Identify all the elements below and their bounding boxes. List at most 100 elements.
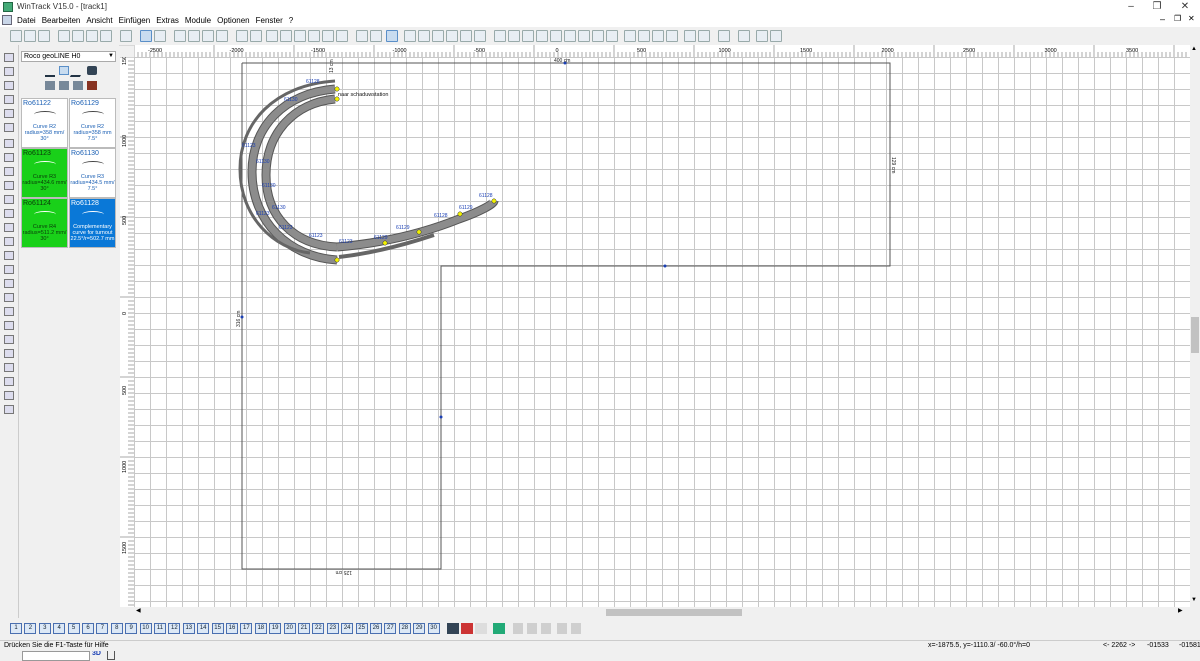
- redo-icon[interactable]: [250, 30, 262, 42]
- nav-end-icon[interactable]: [571, 623, 581, 634]
- bridge-icon[interactable]: [460, 30, 472, 42]
- height-icon[interactable]: [652, 30, 664, 42]
- menu-bearbeiten[interactable]: Bearbeiten: [39, 14, 84, 27]
- tunnel-icon[interactable]: [474, 30, 486, 42]
- straight-track-icon[interactable]: [45, 66, 55, 77]
- page-tab[interactable]: 14: [197, 623, 210, 634]
- layers-icon[interactable]: [280, 30, 292, 42]
- vertical-scroll-thumb[interactable]: [1191, 317, 1199, 353]
- tree-icon[interactable]: [4, 265, 14, 274]
- drawing-canvas[interactable]: 61128 61130 61123 61130 61130 61130 6112…: [134, 57, 1190, 607]
- chart-icon[interactable]: [4, 321, 14, 330]
- landscape-icon[interactable]: [4, 307, 14, 316]
- join-icon[interactable]: [606, 30, 618, 42]
- page-tab[interactable]: 5: [67, 623, 80, 634]
- group-icon[interactable]: [294, 30, 306, 42]
- flex-track-icon[interactable]: [370, 30, 382, 42]
- track-tool-icon[interactable]: [356, 30, 368, 42]
- copy-icon[interactable]: [322, 30, 334, 42]
- new-icon[interactable]: [10, 30, 22, 42]
- page-tab[interactable]: 26: [370, 623, 382, 634]
- page-tab[interactable]: 18: [254, 623, 267, 634]
- page-tab[interactable]: 29: [413, 623, 426, 634]
- draw-line-icon[interactable]: [386, 30, 398, 42]
- crossing-track-icon[interactable]: [59, 81, 69, 90]
- page-tab[interactable]: 11: [154, 623, 166, 634]
- rail-icon[interactable]: [4, 181, 14, 190]
- page-tab[interactable]: 22: [312, 623, 325, 634]
- track-type-icon[interactable]: [4, 81, 14, 90]
- track-endpoint[interactable]: [416, 229, 422, 235]
- track-endpoint[interactable]: [334, 257, 340, 263]
- search-input[interactable]: [22, 651, 90, 661]
- menu-einfuegen[interactable]: Einfügen: [116, 14, 154, 27]
- crossing-icon[interactable]: [432, 30, 444, 42]
- misc-icon[interactable]: [4, 405, 14, 414]
- image-icon[interactable]: [154, 30, 166, 42]
- mdi-close-button[interactable]: ✕: [1188, 14, 1195, 23]
- undo-icon[interactable]: [236, 30, 248, 42]
- library-tile[interactable]: Ro61124 Curve R4 radius=511.2 mm/30°: [21, 198, 68, 248]
- bumper-icon[interactable]: [73, 81, 83, 90]
- mdi-minimize-button[interactable]: –: [1160, 14, 1165, 24]
- page-tab[interactable]: 1: [10, 623, 22, 634]
- annotation-text[interactable]: naar schaduwstation: [338, 92, 388, 98]
- menu-module[interactable]: Module: [182, 14, 214, 27]
- page-tab[interactable]: 19: [269, 623, 282, 634]
- car-icon[interactable]: [4, 167, 14, 176]
- board-node[interactable]: [663, 264, 667, 268]
- close-button[interactable]: ✕: [1172, 0, 1198, 14]
- page-tab[interactable]: 30: [427, 623, 440, 634]
- station-icon[interactable]: [522, 30, 534, 42]
- camera-icon[interactable]: [4, 349, 14, 358]
- align-icon[interactable]: [592, 30, 604, 42]
- library-tile[interactable]: Ro61122 Curve R2 radius=358 mm/30°: [21, 98, 68, 148]
- menu-optionen[interactable]: Optionen: [214, 14, 252, 27]
- house-icon[interactable]: [4, 237, 14, 246]
- edit-icon[interactable]: [756, 30, 768, 42]
- tunnel-portal-icon[interactable]: [4, 195, 14, 204]
- paste-icon[interactable]: [336, 30, 348, 42]
- track-type-icon[interactable]: [4, 53, 14, 62]
- page-tab[interactable]: 3: [38, 623, 51, 634]
- print-preview-icon[interactable]: [58, 30, 70, 42]
- dot-icon[interactable]: [4, 279, 14, 288]
- page-tab[interactable]: 24: [341, 623, 354, 634]
- page-tab[interactable]: 20: [283, 623, 296, 634]
- delete-icon[interactable]: [266, 30, 278, 42]
- scroll-left-icon[interactable]: ◀: [136, 607, 141, 614]
- zoom-all-icon[interactable]: [216, 30, 228, 42]
- nav-last-icon[interactable]: [557, 623, 567, 634]
- font-icon[interactable]: [4, 377, 14, 386]
- track-type-icon[interactable]: [4, 123, 14, 132]
- zoom-in-icon[interactable]: [188, 30, 200, 42]
- page-tab[interactable]: 28: [398, 623, 411, 634]
- page-tab[interactable]: 8: [110, 623, 123, 634]
- layers-small-icon[interactable]: [4, 391, 14, 400]
- scroll-right-icon[interactable]: ▶: [1178, 607, 1183, 614]
- rotate-icon[interactable]: [564, 30, 576, 42]
- connect-icon[interactable]: [404, 30, 416, 42]
- split-icon[interactable]: [107, 650, 115, 660]
- signal-icon[interactable]: [550, 30, 562, 42]
- horizontal-scrollbar[interactable]: ◀ ▶: [134, 607, 1190, 617]
- library-tile[interactable]: Ro61129 Curve R2 radius=358 mm 7.5°: [69, 98, 116, 148]
- page-tab[interactable]: 6: [82, 623, 94, 634]
- maximize-button[interactable]: ❐: [1144, 0, 1170, 14]
- menu-fenster[interactable]: Fenster: [253, 14, 286, 27]
- turnout-icon[interactable]: [418, 30, 430, 42]
- cross-icon[interactable]: [4, 153, 14, 162]
- page-layers-icon[interactable]: [493, 623, 505, 634]
- move-icon[interactable]: [718, 30, 730, 42]
- menu-help[interactable]: ?: [286, 14, 296, 27]
- page-tab[interactable]: 15: [211, 623, 224, 634]
- track-type-icon[interactable]: [4, 109, 14, 118]
- track-middle[interactable]: [261, 94, 338, 252]
- board-node[interactable]: [439, 415, 443, 419]
- nav-prev-icon[interactable]: [527, 623, 537, 634]
- track-endpoint[interactable]: [491, 198, 497, 204]
- grid-icon[interactable]: [140, 30, 152, 42]
- menu-datei[interactable]: Datei: [14, 14, 39, 27]
- track-type-icon[interactable]: [4, 95, 14, 104]
- profile-icon[interactable]: [666, 30, 678, 42]
